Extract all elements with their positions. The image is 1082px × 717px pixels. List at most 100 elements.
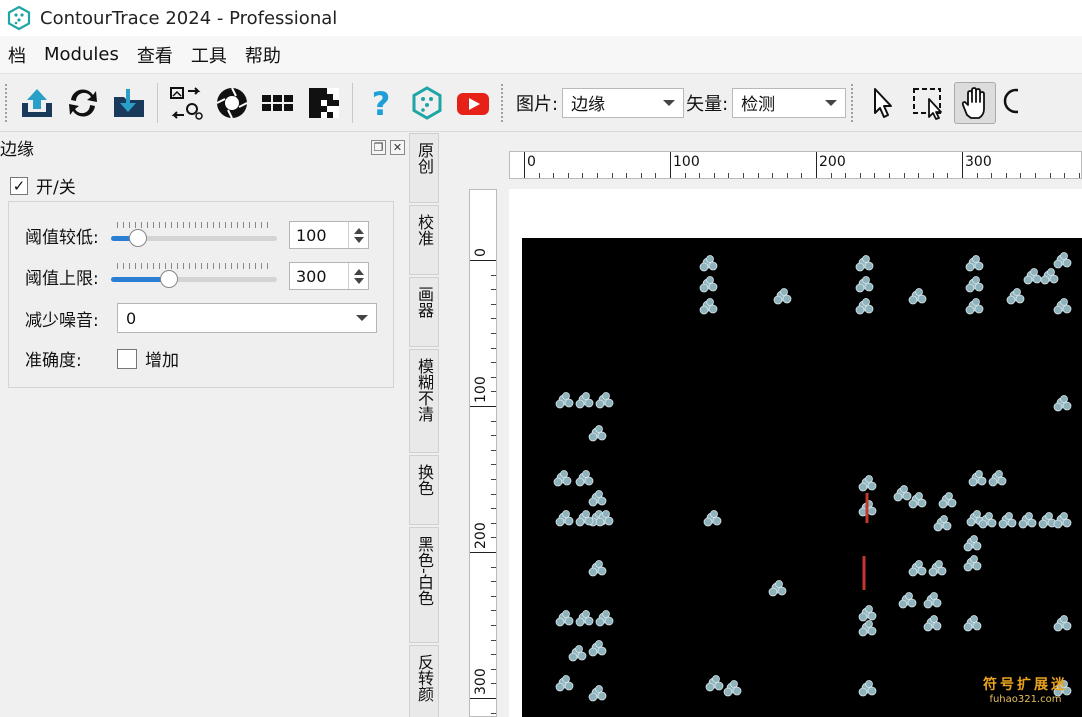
toolbar-grip[interactable] — [4, 82, 8, 123]
pointer-tool-button[interactable] — [862, 82, 904, 124]
youtube-button[interactable] — [452, 82, 494, 124]
ruler-label: 100 — [673, 154, 700, 170]
noise-select[interactable]: 0 — [117, 303, 377, 333]
ruler-tick — [491, 274, 496, 276]
tab-blur[interactable]: 模糊不清 — [409, 349, 439, 453]
noise-label: 减少噪音: — [25, 310, 99, 331]
tab-calibrate[interactable]: 校准 — [409, 205, 439, 275]
tab-recolor[interactable]: 换色 — [409, 455, 439, 525]
menu-help[interactable]: 帮助 — [237, 42, 291, 68]
slider-thumb[interactable] — [128, 229, 147, 247]
trace-settings-button[interactable] — [165, 82, 207, 124]
selection-tool-button[interactable] — [908, 82, 950, 124]
vector-mode-select[interactable]: 检测 — [732, 87, 847, 118]
contour-blob — [782, 294, 792, 304]
app-logo-button[interactable] — [406, 82, 448, 124]
pixel-pattern-button[interactable] — [303, 82, 345, 124]
ruler-tick — [491, 610, 496, 612]
contour-blob — [1053, 402, 1063, 412]
contour-blob — [1015, 294, 1025, 304]
contour-blob — [1062, 258, 1072, 268]
contour-blob — [562, 476, 572, 486]
refresh-button[interactable] — [62, 82, 104, 124]
contour-blob — [975, 470, 983, 478]
image-mode-select[interactable]: 边缘 — [562, 87, 685, 118]
contour-blob — [923, 599, 933, 609]
toggle-checkbox[interactable]: ✓ — [10, 176, 28, 195]
edge-preview-image[interactable]: 符号扩展迷 fuhao321.com — [522, 238, 1082, 717]
ruler-tick — [640, 173, 642, 178]
close-panel-button[interactable]: ✕ — [390, 139, 405, 155]
tab-black-white[interactable]: 黑色-白色 — [409, 527, 439, 643]
contour-blob — [555, 682, 565, 692]
contour-blob — [602, 610, 610, 618]
ruler-label: 0 — [527, 154, 536, 170]
contour-blob — [575, 477, 585, 487]
aperture-button[interactable] — [211, 82, 253, 124]
svg-text:?: ? — [372, 85, 391, 121]
panel-title: 边缘 — [0, 139, 34, 160]
contour-blob — [584, 516, 594, 526]
contour-blob — [974, 282, 984, 292]
menu-modules[interactable]: Modules — [36, 44, 129, 65]
contour-blob — [972, 276, 980, 284]
download-button[interactable] — [108, 82, 150, 124]
menu-file[interactable]: 档 — [0, 42, 36, 68]
contour-blob — [902, 491, 912, 501]
menu-tools[interactable]: 工具 — [183, 42, 237, 68]
contour-blob — [973, 510, 981, 518]
ruler-tick — [918, 173, 920, 178]
help-button[interactable]: ? — [360, 82, 402, 124]
contour-blob — [1062, 401, 1072, 411]
increment-icon[interactable] — [353, 268, 364, 275]
decrement-icon[interactable] — [353, 277, 364, 284]
contour-blob — [864, 304, 874, 314]
ruler-tick — [538, 173, 540, 178]
contour-blob — [1013, 288, 1021, 296]
contour-blob — [898, 599, 908, 609]
tab-label: 黑色-白色 — [415, 536, 434, 606]
increment-icon[interactable] — [353, 227, 364, 234]
threshold-high-slider[interactable] — [109, 261, 279, 291]
contour-blob — [595, 490, 603, 498]
contour-blob — [1006, 295, 1016, 305]
float-panel-button[interactable]: ❐ — [371, 139, 386, 155]
hand-tool-button[interactable] — [954, 81, 997, 124]
zoom-tool-button[interactable] — [1000, 82, 1019, 124]
contour-blob — [908, 499, 918, 509]
contour-blob — [938, 499, 948, 509]
toolbar-grip[interactable] — [850, 82, 855, 123]
watermark: 符号扩展迷 fuhao321.com — [983, 674, 1068, 705]
pointer-icon — [874, 87, 893, 118]
tab-original[interactable]: 原创 — [409, 133, 439, 203]
contour-blob — [723, 687, 733, 697]
contour-blob — [595, 425, 603, 433]
ruler-label: 300 — [473, 668, 489, 695]
decrement-icon[interactable] — [353, 236, 364, 243]
contour-blob — [1062, 304, 1072, 314]
slider-thumb[interactable] — [159, 270, 178, 288]
contour-blob — [1005, 512, 1013, 520]
ruler-tick — [491, 668, 496, 670]
contour-blob — [595, 560, 603, 568]
threshold-low-spinbox[interactable]: 100 — [289, 221, 369, 249]
accuracy-checkbox[interactable] — [117, 348, 137, 369]
tab-draw[interactable]: 画器 — [409, 277, 439, 347]
ruler-tick — [491, 625, 496, 626]
ruler-tick — [491, 333, 496, 334]
grid-button[interactable] — [257, 82, 299, 124]
threshold-high-spinbox[interactable]: 300 — [289, 262, 369, 290]
tab-invert[interactable]: 反转颜 — [409, 645, 439, 717]
threshold-low-slider[interactable] — [109, 220, 279, 250]
contour-blob — [933, 522, 943, 532]
ruler-tick — [470, 406, 496, 407]
ruler-tick — [743, 173, 744, 178]
ruler-tick — [491, 508, 496, 510]
toolbar-grip[interactable] — [500, 82, 504, 123]
menu-view[interactable]: 查看 — [129, 42, 183, 68]
upload-button[interactable] — [16, 82, 58, 124]
contour-blob — [706, 255, 714, 263]
contour-blob — [602, 510, 610, 518]
contour-blob — [923, 622, 933, 632]
contour-blob — [867, 611, 877, 621]
